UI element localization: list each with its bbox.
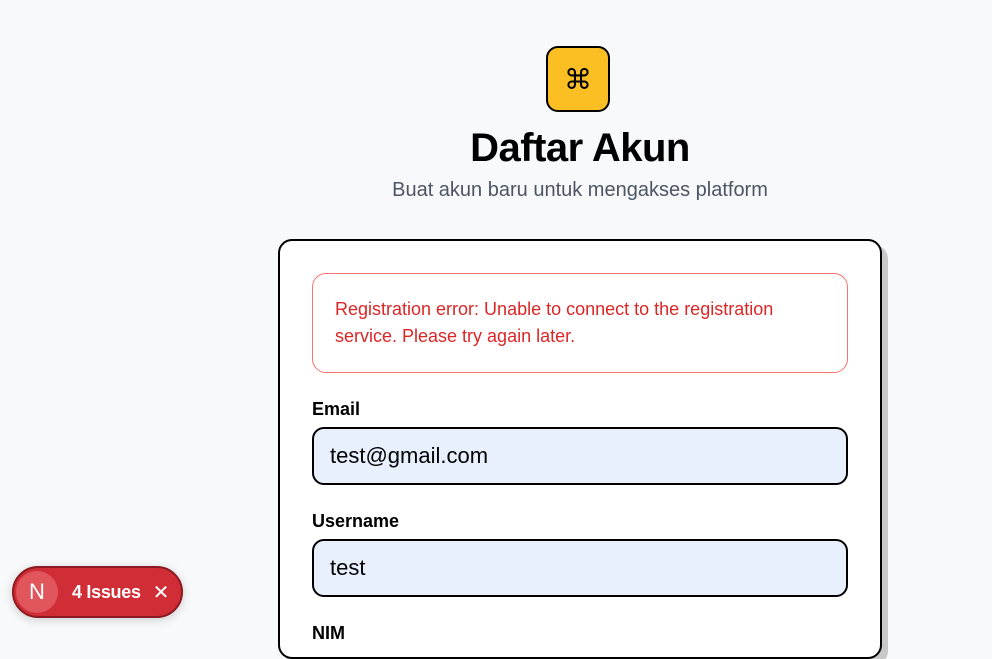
page-title: Daftar Akun [470,126,690,170]
command-icon: ⌘ [564,62,592,96]
close-icon[interactable]: ✕ [153,580,170,604]
issues-indicator-button[interactable]: N 4 Issues ✕ [12,566,183,618]
email-label: Email [312,399,361,419]
page-subtitle: Buat akun baru untuk mengakses platform [392,179,768,201]
username-field[interactable] [312,539,848,597]
email-field[interactable] [312,427,848,485]
nim-label: NIM [312,623,345,643]
nextjs-badge: N [16,571,58,613]
error-message: Registration error: Unable to connect to… [335,299,774,346]
issues-count-label: 4 Issues [72,581,141,602]
logo-command-icon: ⌘ [546,46,610,112]
registration-card: Registration error: Unable to connect to… [278,239,882,659]
error-alert: Registration error: Unable to connect to… [312,273,848,373]
username-label: Username [312,511,400,531]
